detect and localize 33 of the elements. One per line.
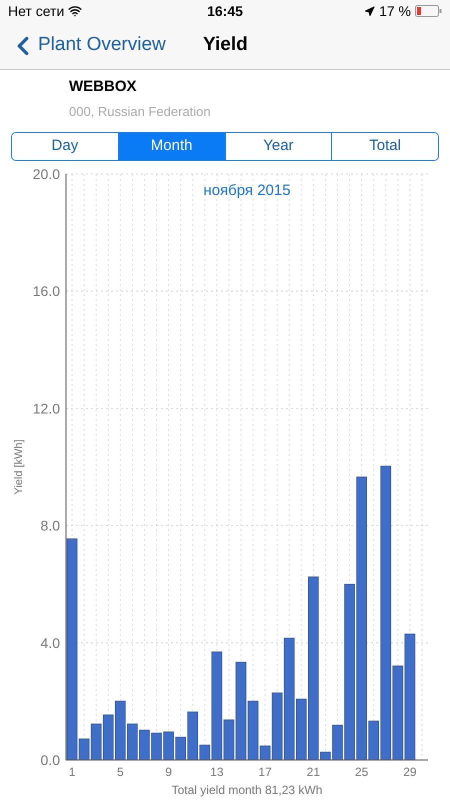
x-tick-label: 21 <box>306 765 320 779</box>
chart-title: ноября 2015 <box>203 182 291 199</box>
yield-bar <box>139 730 150 760</box>
yield-bar <box>102 714 114 760</box>
y-axis-label: Yield [kWh] <box>13 439 25 495</box>
x-tick-label: 13 <box>210 765 224 779</box>
y-tick-label: 12.0 <box>32 400 60 416</box>
location-icon <box>364 6 376 16</box>
x-tick-label: 9 <box>165 765 172 779</box>
period-tab[interactable]: Total <box>331 133 438 160</box>
x-tick-label: 29 <box>403 765 417 779</box>
x-tick-label: 25 <box>354 765 368 779</box>
y-tick-label: 4.0 <box>40 634 60 651</box>
x-tick-label: 1 <box>68 765 76 779</box>
yield-bar <box>163 732 174 760</box>
battery-icon <box>415 5 442 17</box>
y-tick-label: 0.0 <box>40 752 60 768</box>
plant-name: WEBBOX <box>69 77 138 97</box>
yield-bar <box>151 732 162 760</box>
wifi-icon <box>68 4 82 18</box>
y-tick-label: 20.0 <box>32 166 60 182</box>
screen-title: Yield <box>203 33 248 58</box>
x-tick-label: 5 <box>116 765 124 779</box>
x-tick-label: 17 <box>258 765 272 779</box>
x-axis-label: Total yield month 81,23 kWh <box>172 783 322 797</box>
y-tick-label: 16.0 <box>32 283 60 300</box>
y-tick-label: 8.0 <box>40 518 60 534</box>
battery-text: 17 % <box>379 2 411 20</box>
plant-location: 000, Russian Federation <box>69 103 212 121</box>
back-button[interactable]: Plant Overview <box>0 30 166 60</box>
carrier-text: Нет сети <box>8 2 64 20</box>
clock-text: 16:45 <box>207 2 243 20</box>
period-tab[interactable]: Month <box>118 133 224 160</box>
